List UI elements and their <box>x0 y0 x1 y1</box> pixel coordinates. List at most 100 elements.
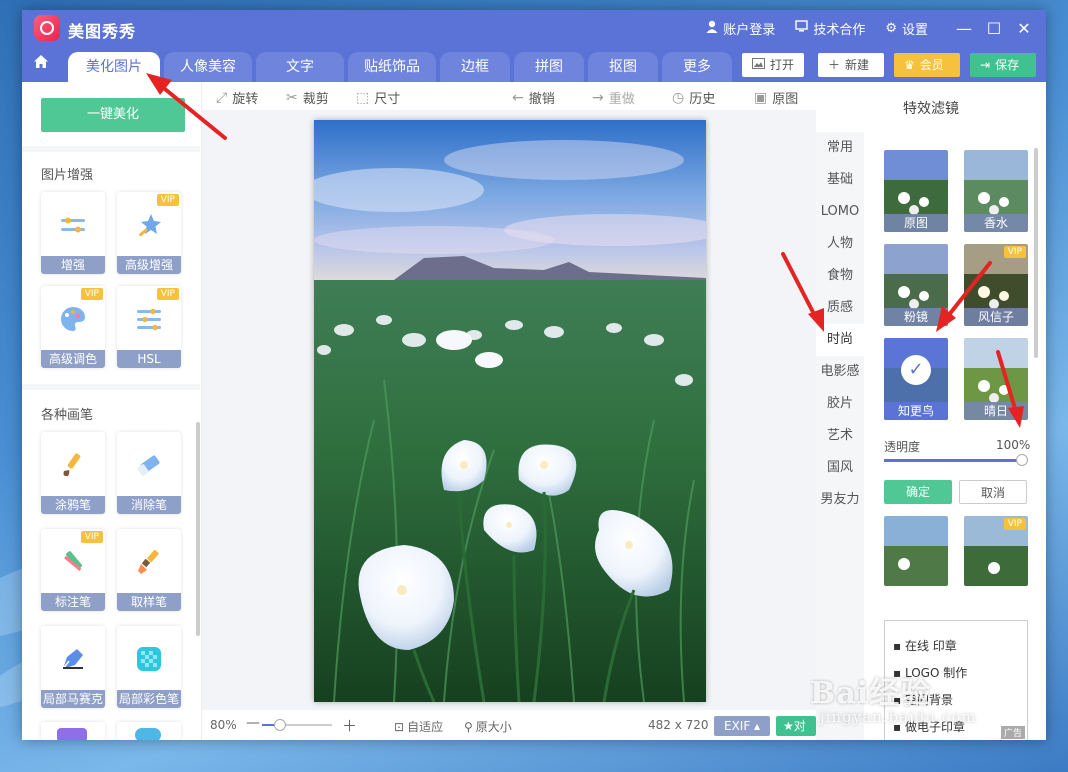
tool-advanced-enhance[interactable]: VIP 高级增强 <box>117 192 181 274</box>
filter-scrollbar[interactable] <box>1034 148 1038 358</box>
zoom-slider-knob[interactable] <box>273 719 286 731</box>
magnifier-icon: ⚲ <box>464 719 473 734</box>
brush-icon <box>117 537 181 587</box>
tab-collage[interactable]: 拼图 <box>514 52 584 82</box>
edited-photo[interactable] <box>314 120 706 702</box>
tech-coop-button[interactable]: 技术合作 <box>795 19 865 38</box>
category-chinese-style[interactable]: 国风 <box>816 452 864 484</box>
category-film[interactable]: 胶片 <box>816 388 864 420</box>
category-lomo[interactable]: LOMO <box>816 196 864 228</box>
rotate-button[interactable]: ⤢ 旋转 <box>216 88 259 108</box>
crop-button[interactable]: ✂ 裁剪 <box>286 88 329 108</box>
status-bar: 80% — ＋ ⊡自适应 ⚲原大小 482 x 720 EXIF ▴ ★对比 <box>202 710 816 740</box>
tool-partial[interactable] <box>117 722 181 740</box>
tab-portrait[interactable]: 人像美容 <box>164 52 252 82</box>
tab-stickers[interactable]: 贴纸饰品 <box>348 52 436 82</box>
resize-icon: ⬚ <box>356 89 370 106</box>
vip-label: 会员 <box>919 58 944 72</box>
history-button[interactable]: ◷ 历史 <box>672 88 715 108</box>
cancel-button[interactable]: 取消 <box>959 480 1027 504</box>
image-icon <box>752 53 765 77</box>
filter-pink-lens[interactable]: 粉镜 <box>884 244 948 326</box>
filter-robin[interactable]: ✓ 知更鸟 <box>884 338 948 420</box>
category-fashion[interactable]: 时尚 <box>816 324 864 356</box>
tab-text[interactable]: 文字 <box>256 52 344 82</box>
filter-partial[interactable]: VIP <box>964 516 1028 586</box>
category-cinematic[interactable]: 电影感 <box>816 356 864 388</box>
ad-line[interactable]: ▪ 在线 印章 <box>893 637 957 654</box>
opacity-value: 100% <box>996 438 1031 452</box>
tool-sampler-pen[interactable]: 取样笔 <box>117 529 181 611</box>
confirm-button[interactable]: 确定 <box>884 480 952 504</box>
tool-doodle-pen[interactable]: 涂鸦笔 <box>41 432 105 514</box>
gear-icon: ⚙ <box>885 20 897 36</box>
opacity-slider[interactable] <box>884 459 1022 462</box>
settings-label: 设置 <box>901 22 928 38</box>
filter-hyacinth[interactable]: VIP 风信子 <box>964 244 1028 326</box>
home-button[interactable] <box>30 54 52 76</box>
open-button[interactable]: 打开 <box>742 53 805 77</box>
category-basic[interactable]: 基础 <box>816 164 864 196</box>
tool-hsl[interactable]: VIP HSL <box>117 286 181 368</box>
filter-original[interactable]: 原图 <box>884 150 948 232</box>
tool-enhance[interactable]: 增强 <box>41 192 105 274</box>
category-food[interactable]: 食物 <box>816 260 864 292</box>
fit-button[interactable]: ⊡ 自适应 <box>394 718 443 735</box>
left-scrollbar[interactable] <box>196 422 200 636</box>
size-button[interactable]: ⬚ 尺寸 <box>356 88 400 108</box>
divider <box>22 146 200 152</box>
original-button[interactable]: ▣ 原图 <box>754 88 799 108</box>
actual-size-label: 原大小 <box>475 720 512 734</box>
filter-partial[interactable] <box>884 516 948 586</box>
new-button[interactable]: ＋ 新建 <box>818 53 884 77</box>
settings-button[interactable]: ⚙ 设置 <box>885 19 928 38</box>
tool-advanced-color[interactable]: VIP 高级调色 <box>41 286 105 368</box>
opacity-slider-knob[interactable] <box>1016 454 1028 466</box>
tab-border[interactable]: 边框 <box>440 52 510 82</box>
zoom-out-button[interactable]: — <box>246 715 260 731</box>
maximize-button[interactable]: ☐ <box>980 19 1008 38</box>
edit-toolbar: ⤢ 旋转 ✂ 裁剪 ⬚ 尺寸 ← 撤销 → 重做 ◷ 历史 ▣ 原图 <box>202 82 816 110</box>
tool-marker-pen[interactable]: VIP 标注笔 <box>41 529 105 611</box>
undo-icon: ← <box>512 89 524 106</box>
original-label: 原图 <box>772 92 799 107</box>
tab-more[interactable]: 更多 <box>662 52 732 82</box>
tab-cutout[interactable]: 抠图 <box>588 52 658 82</box>
actual-size-button[interactable]: ⚲ 原大小 <box>464 718 512 735</box>
tool-eraser-pen[interactable]: 消除笔 <box>117 432 181 514</box>
category-boyfriend[interactable]: 男友力 <box>816 484 864 516</box>
redo-button[interactable]: → 重做 <box>592 88 635 108</box>
vip-tag: VIP <box>1003 518 1026 530</box>
tool-local-color[interactable]: 局部彩色笔 <box>117 626 181 708</box>
account-login-button[interactable]: 账户登录 <box>706 19 775 38</box>
filter-thumbnail <box>884 516 948 586</box>
zoom-in-button[interactable]: ＋ <box>342 715 357 736</box>
filter-sunny[interactable]: 晴日 <box>964 338 1028 420</box>
category-texture[interactable]: 质感 <box>816 292 864 324</box>
vip-button[interactable]: ♛ 会员 <box>894 53 960 77</box>
tab-beautify[interactable]: 美化图片 <box>68 52 160 82</box>
category-art[interactable]: 艺术 <box>816 420 864 452</box>
filter-label: 原图 <box>884 214 948 232</box>
minimize-button[interactable]: — <box>950 19 978 38</box>
tool-label: 取样笔 <box>117 593 181 611</box>
category-portrait[interactable]: 人物 <box>816 228 864 260</box>
one-key-beautify-button[interactable]: 一键美化 <box>41 98 185 132</box>
filter-perfume[interactable]: 香水 <box>964 150 1028 232</box>
close-button[interactable]: ✕ <box>1010 19 1038 38</box>
category-common[interactable]: 常用 <box>816 132 864 164</box>
zoom-percent: 80% <box>210 718 237 732</box>
filter-label: 知更鸟 <box>884 402 948 420</box>
tool-mosaic[interactable]: 局部马赛克 <box>41 626 105 708</box>
eraser-icon <box>117 440 181 490</box>
zoom-slider[interactable] <box>262 719 332 731</box>
canvas-area <box>202 110 816 710</box>
watermark-brand: Bai经验 <box>810 676 932 711</box>
watermark-url: jingyan.baidu.com <box>820 708 977 726</box>
tool-partial[interactable] <box>41 722 105 740</box>
undo-button[interactable]: ← 撤销 <box>512 88 555 108</box>
exif-button[interactable]: EXIF ▴ <box>714 716 771 736</box>
clock-icon: ◷ <box>672 89 685 106</box>
save-button[interactable]: ⇥ 保存 <box>970 53 1036 77</box>
rotate-label: 旋转 <box>232 92 259 107</box>
